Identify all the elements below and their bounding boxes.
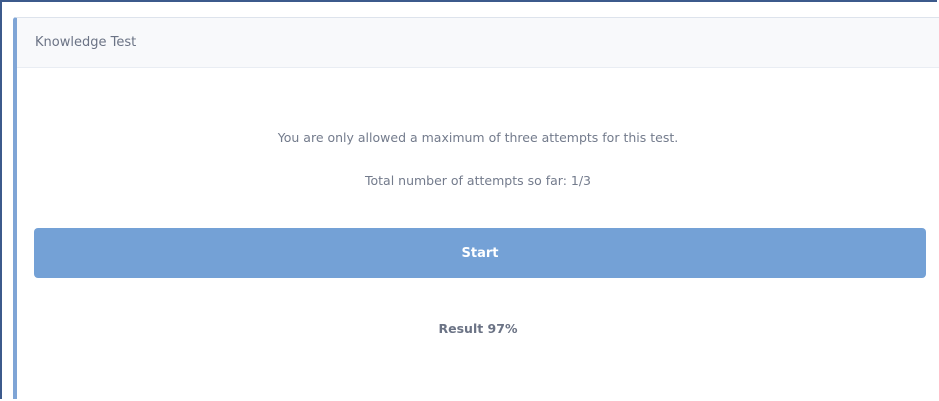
max-attempts-notice: You are only allowed a maximum of three … — [277, 130, 679, 145]
start-button[interactable]: Start — [34, 228, 926, 278]
card-body: You are only allowed a maximum of three … — [17, 68, 939, 398]
knowledge-test-card: Knowledge Test You are only allowed a ma… — [13, 17, 939, 399]
card-header: Knowledge Test — [17, 18, 939, 68]
attempts-count: Total number of attempts so far: 1/3 — [364, 173, 591, 188]
result-text: Result 97% — [438, 321, 518, 336]
card-title: Knowledge Test — [35, 35, 137, 50]
